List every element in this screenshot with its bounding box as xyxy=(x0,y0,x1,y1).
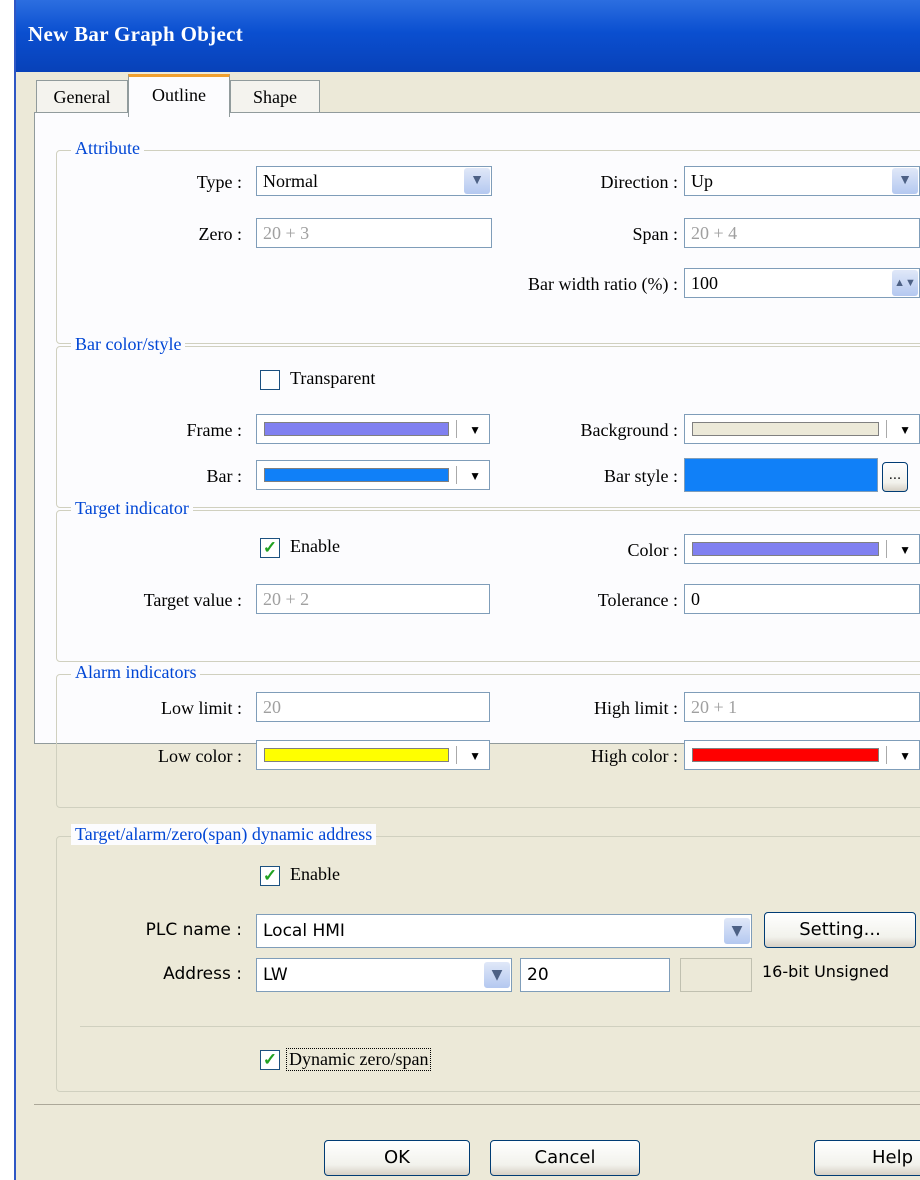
divider xyxy=(456,466,457,484)
title-bar[interactable]: New Bar Graph Object xyxy=(16,0,920,72)
dropdown-arrow-icon[interactable]: ▼ xyxy=(899,543,911,558)
alarm-legend: Alarm indicators xyxy=(71,662,201,683)
bar-color-picker[interactable]: ▼ xyxy=(256,460,490,490)
bar-width-stepper[interactable]: 100 ▲▼ xyxy=(684,268,920,298)
bar-label: Bar : xyxy=(206,466,243,486)
zero-label: Zero : xyxy=(198,224,242,244)
target-color-swatch xyxy=(692,542,879,556)
setting-button[interactable]: Setting... xyxy=(764,912,916,948)
type-label: Type : xyxy=(196,172,242,192)
low-limit-label: Low limit : xyxy=(161,698,242,718)
background-label: Background : xyxy=(580,420,678,440)
bar-style-preview[interactable] xyxy=(684,458,878,492)
divider xyxy=(886,540,887,558)
dropdown-arrow-icon[interactable]: ▼ xyxy=(899,423,911,438)
bar-style-button[interactable]: ... xyxy=(882,462,908,492)
target-legend: Target indicator xyxy=(71,498,193,519)
plc-select[interactable]: Local HMI ▼ xyxy=(256,914,752,948)
span-field[interactable]: 20 + 4 xyxy=(684,218,920,248)
direction-label: Direction : xyxy=(600,172,678,192)
low-color-picker[interactable]: ▼ xyxy=(256,740,490,770)
tab-shape[interactable]: Shape xyxy=(230,80,320,113)
transparent-label: Transparent xyxy=(290,368,376,388)
chevron-down-icon[interactable]: ▼ xyxy=(892,168,918,194)
target-enable-checkbox[interactable]: ✓ xyxy=(260,538,280,558)
low-color-label: Low color : xyxy=(158,746,242,766)
bar-width-value: 100 xyxy=(691,273,718,293)
plc-label: PLC name : xyxy=(145,920,242,940)
chevron-down-icon[interactable]: ▼ xyxy=(484,962,510,988)
high-color-label: High color : xyxy=(591,746,678,766)
type-select[interactable]: Normal ▼ xyxy=(256,166,492,196)
tab-outline[interactable]: Outline xyxy=(128,74,230,117)
address-extra-box xyxy=(680,958,752,992)
divider xyxy=(80,1026,920,1027)
divider xyxy=(34,1104,920,1105)
target-color-picker[interactable]: ▼ xyxy=(684,534,920,564)
chevron-down-icon[interactable]: ▼ xyxy=(464,168,490,194)
dynamic-enable-label: Enable xyxy=(290,864,340,884)
divider xyxy=(456,746,457,764)
frame-label: Frame : xyxy=(186,420,243,440)
low-color-swatch xyxy=(264,748,449,762)
target-enable-label: Enable xyxy=(290,536,340,556)
divider xyxy=(886,420,887,438)
help-button[interactable]: Help xyxy=(814,1140,920,1176)
direction-value: Up xyxy=(691,171,713,191)
target-value-label: Target value : xyxy=(143,590,242,610)
dynamic-zero-checkbox[interactable]: ✓ xyxy=(260,1050,280,1070)
dropdown-arrow-icon[interactable]: ▼ xyxy=(469,469,481,484)
frame-color-swatch xyxy=(264,422,449,436)
cancel-button[interactable]: Cancel xyxy=(490,1140,640,1176)
zero-field[interactable]: 20 + 3 xyxy=(256,218,492,248)
low-limit-field[interactable]: 20 xyxy=(256,692,490,722)
address-device-select[interactable]: LW ▼ xyxy=(256,958,512,992)
high-color-swatch xyxy=(692,748,879,762)
address-field[interactable]: 20 xyxy=(520,958,670,992)
bar-color-swatch xyxy=(264,468,449,482)
high-color-picker[interactable]: ▼ xyxy=(684,740,920,770)
divider xyxy=(456,420,457,438)
dynamic-enable-checkbox[interactable]: ✓ xyxy=(260,866,280,886)
dynamic-zero-label: Dynamic zero/span xyxy=(286,1048,432,1071)
dropdown-arrow-icon[interactable]: ▼ xyxy=(469,749,481,764)
background-color-picker[interactable]: ▼ xyxy=(684,414,920,444)
dropdown-arrow-icon[interactable]: ▼ xyxy=(899,749,911,764)
attribute-legend: Attribute xyxy=(71,138,144,159)
data-format-label: 16-bit Unsigned xyxy=(762,962,890,981)
high-limit-label: High limit : xyxy=(593,698,678,718)
frame-color-picker[interactable]: ▼ xyxy=(256,414,490,444)
window-title: New Bar Graph Object xyxy=(28,22,244,46)
ok-button[interactable]: OK xyxy=(324,1140,470,1176)
dialog-window: New Bar Graph Object General Outline Sha… xyxy=(14,0,920,1180)
target-color-label: Color : xyxy=(627,540,678,560)
bar-style-label: Bar style : xyxy=(604,466,678,486)
background-color-swatch xyxy=(692,422,879,436)
bar-width-label: Bar width ratio (%) : xyxy=(528,274,678,294)
transparent-checkbox[interactable] xyxy=(260,370,280,390)
divider xyxy=(886,746,887,764)
chevron-down-icon[interactable]: ▼ xyxy=(724,918,750,944)
plc-value: Local HMI xyxy=(263,921,345,941)
address-device-value: LW xyxy=(263,965,288,985)
address-label: Address : xyxy=(163,964,242,984)
type-value: Normal xyxy=(263,171,318,191)
spinner-icon[interactable]: ▲▼ xyxy=(892,270,918,296)
target-value-field[interactable]: 20 + 2 xyxy=(256,584,490,614)
tolerance-field[interactable]: 0 xyxy=(684,584,920,614)
high-limit-field[interactable]: 20 + 1 xyxy=(684,692,920,722)
tab-general[interactable]: General xyxy=(36,80,128,113)
dynamic-legend: Target/alarm/zero(span) dynamic address xyxy=(71,824,377,845)
tolerance-label: Tolerance : xyxy=(597,590,678,610)
direction-select[interactable]: Up ▼ xyxy=(684,166,920,196)
span-label: Span : xyxy=(632,224,678,244)
dropdown-arrow-icon[interactable]: ▼ xyxy=(469,423,481,438)
bar-color-legend: Bar color/style xyxy=(71,334,186,355)
